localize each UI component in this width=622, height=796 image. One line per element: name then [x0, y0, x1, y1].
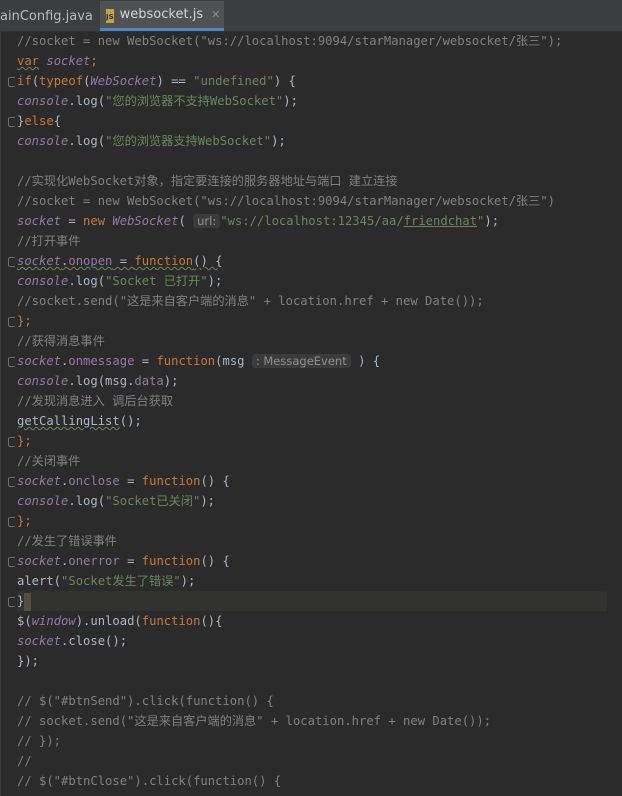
code-line: var socket; [17, 54, 98, 68]
code-line: //socket = new WebSocket("ws://localhost… [17, 194, 555, 208]
code-line: // $("#btnClose").click(function() { [17, 774, 282, 788]
code-line: // $("#btnSend").click(function() { [17, 694, 274, 708]
code-line: }); [17, 654, 40, 668]
code-line: }; [17, 434, 32, 448]
fold-marker-icon[interactable] [8, 597, 15, 607]
fold-marker-icon[interactable] [8, 77, 15, 87]
code-line-current: } [17, 591, 607, 611]
code-line: $(window).unload(function(){ [17, 614, 223, 628]
parameter-hint: url: [193, 214, 221, 228]
code-line: //关闭事件 [17, 454, 81, 468]
code-line: console.log("您的浏览器不支持WebSocket"); [17, 94, 298, 108]
code-line: socket.onclose = function() { [17, 474, 230, 488]
code-line: console.log("Socket已关闭"); [17, 494, 216, 508]
tab-label: websocket.js [119, 7, 204, 22]
code-editor[interactable]: //socket = new WebSocket("ws://localhost… [0, 31, 622, 796]
code-line: //发现消息进入 调后台获取 [17, 394, 174, 408]
code-line: //实现化WebSocket对象，指定要连接的服务器地址与端口 建立连接 [17, 174, 398, 188]
code-line: }; [17, 314, 32, 328]
text-cursor [24, 592, 32, 611]
tab-websocket-js[interactable]: JS websocket.js ✕ [100, 1, 224, 31]
code-line: // [17, 754, 32, 768]
code-line: //socket.send("这是来自客户端的消息" + location.hr… [17, 294, 484, 308]
type-hint: : MessageEvent [251, 354, 351, 368]
tab-label: ainConfig.java [0, 8, 93, 24]
fold-marker-icon[interactable] [8, 437, 15, 447]
code-line: socket.close(); [17, 634, 128, 648]
code-line: console.log(msg.data); [17, 374, 179, 388]
code-line: console.log("Socket 已打开"); [17, 274, 223, 288]
fold-marker-icon[interactable] [8, 477, 15, 487]
code-line: socket = new WebSocket( url: "ws://localh… [17, 214, 500, 228]
code-line: console.log("您的浏览器支持WebSocket"); [17, 134, 286, 148]
code-line: alert("Socket发生了错误"); [17, 574, 196, 588]
close-tab-icon[interactable]: ✕ [211, 8, 220, 21]
code-line: //打开事件 [17, 234, 81, 248]
code-line: socket.onmessage = function(msg : Messag… [17, 354, 381, 368]
tab-mainconfig-java[interactable]: ainConfig.java ✕ [0, 1, 100, 31]
code-line: }else{ [17, 114, 62, 128]
fold-marker-icon[interactable] [8, 257, 15, 267]
fold-marker-icon[interactable] [8, 317, 15, 327]
code-line: //发生了错误事件 [17, 534, 117, 548]
fold-marker-icon[interactable] [8, 357, 15, 367]
gutter-border [0, 31, 1, 796]
code-line: socket.onopen = function() { [17, 254, 223, 268]
fold-marker-icon[interactable] [8, 117, 15, 127]
code-line: //socket = new WebSocket("ws://localhost… [17, 34, 563, 48]
fold-marker-icon[interactable] [8, 517, 15, 527]
javascript-file-icon: JS [106, 8, 114, 23]
code-line: socket.onerror = function() { [17, 554, 230, 568]
editor-tab-bar: ainConfig.java ✕ JS websocket.js ✕ [0, 0, 622, 32]
code-line: //获得消息事件 [17, 334, 105, 348]
code-line: getCallingList(); [17, 414, 142, 428]
code-line: // }); [17, 734, 62, 748]
fold-marker-icon[interactable] [8, 557, 15, 567]
code-line: if(typeof(WebSocket) == "undefined") { [17, 74, 296, 88]
code-line: }; [17, 514, 32, 528]
code-line: // socket.send("这是来自客户端的消息" + location.h… [17, 714, 492, 728]
